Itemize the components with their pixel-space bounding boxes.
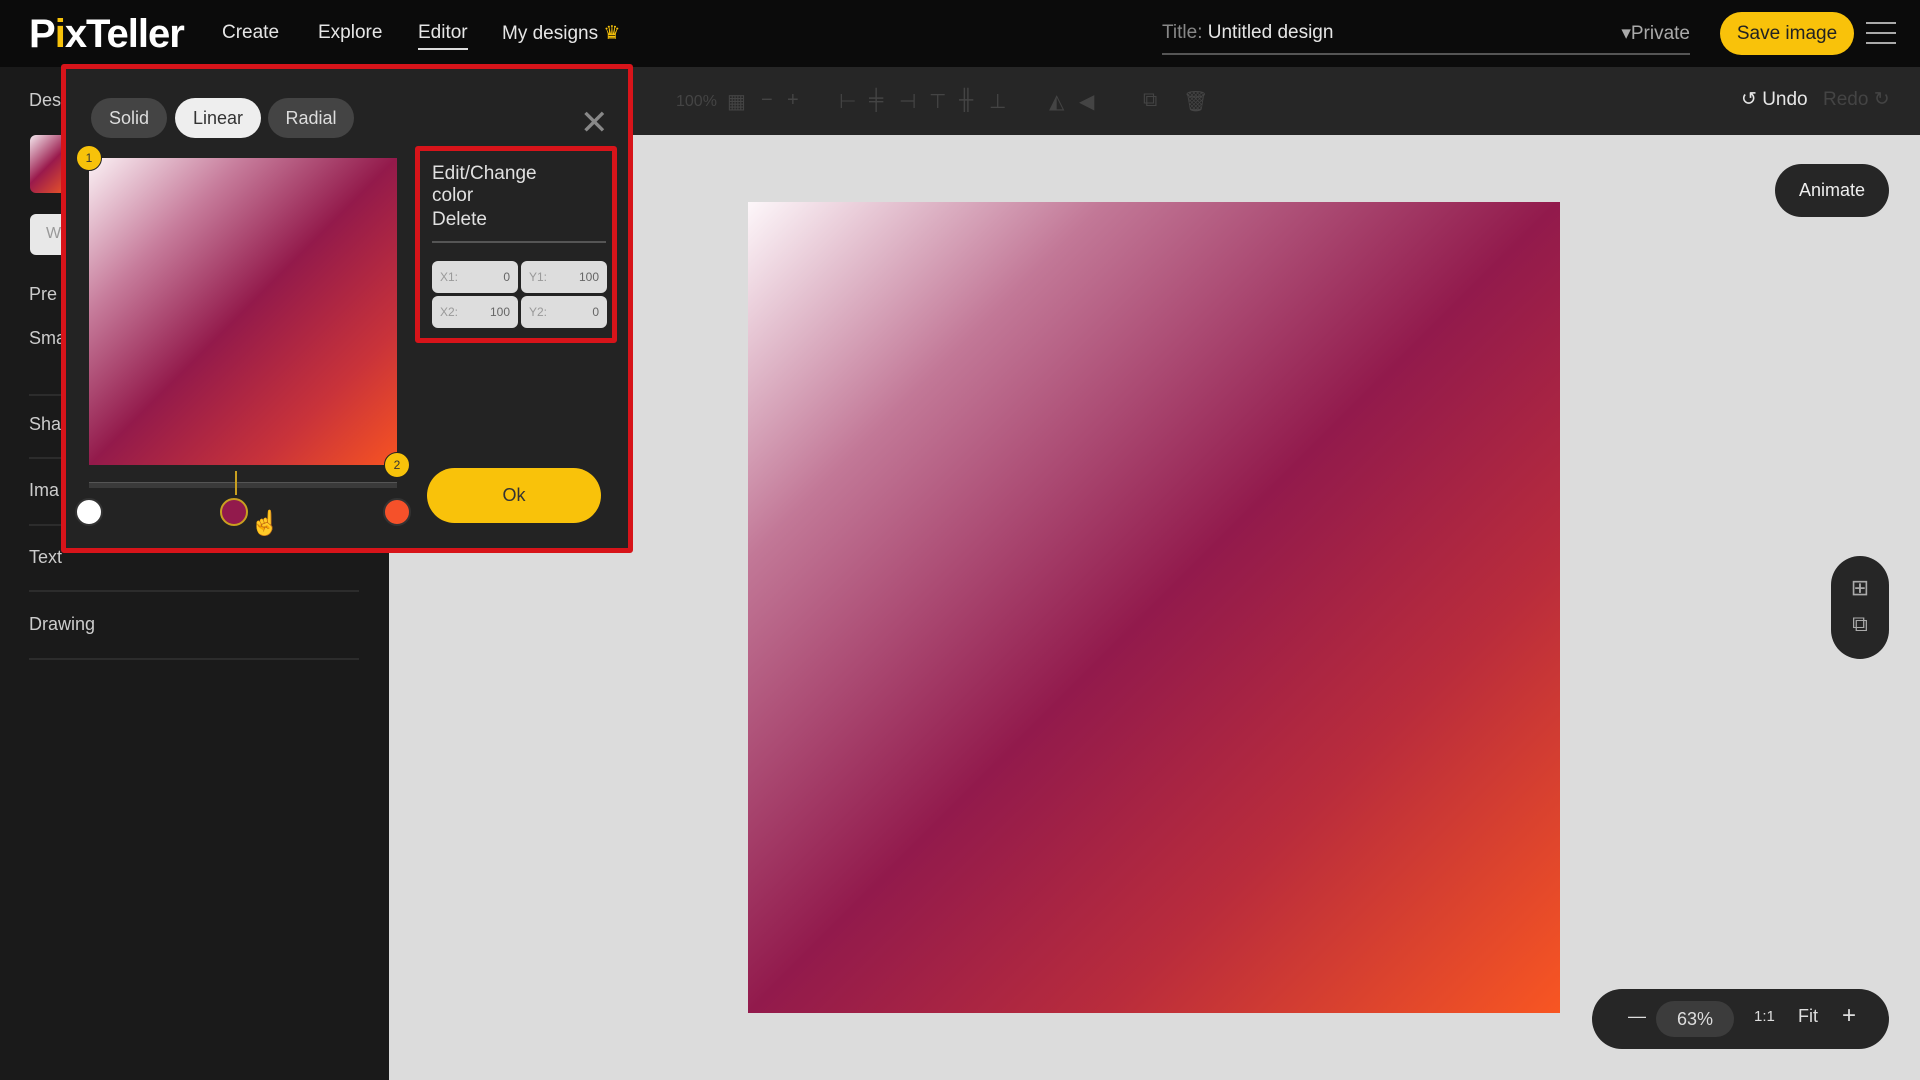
edit-color-option[interactable]: Edit/Change color — [432, 163, 562, 207]
x2-input[interactable]: X2: 100 — [432, 296, 518, 328]
privacy-dropdown[interactable]: ▾Private — [1621, 22, 1690, 45]
redo-icon: ↻ — [1873, 89, 1890, 110]
y1-value: 100 — [578, 270, 599, 284]
y1-label: Y1: — [529, 270, 548, 284]
sidebar-item-drawing[interactable]: Drawing — [29, 614, 95, 635]
sidebar-tab-design[interactable]: Des — [29, 90, 61, 111]
duplicate-page-icon[interactable]: ⧉ — [1848, 612, 1872, 636]
redo-button[interactable]: Redo ↻ — [1823, 88, 1890, 111]
add-page-icon[interactable]: ⊞ — [1848, 576, 1872, 600]
gradient-handle-start[interactable]: 1 — [76, 145, 102, 171]
zoom-out-icon[interactable]: — — [1628, 1006, 1646, 1027]
flip-horizontal-icon[interactable]: ◭ — [1049, 89, 1064, 114]
zoom-1-1-button[interactable]: 1:1 — [1754, 1008, 1775, 1025]
x1-value: 0 — [503, 270, 510, 284]
tab-solid[interactable]: Solid — [91, 98, 167, 138]
gradient-preview[interactable] — [89, 158, 397, 465]
title-label: Title: — [1162, 22, 1203, 43]
tab-linear[interactable]: Linear — [175, 98, 261, 138]
x1-label: X1: — [440, 270, 459, 284]
divider — [432, 241, 606, 243]
divider — [29, 590, 359, 592]
gradient-stop[interactable] — [383, 498, 411, 526]
redo-label: Redo — [1823, 89, 1869, 110]
nav-my-designs[interactable]: My designs ♛ — [502, 22, 620, 45]
x2-value: 100 — [489, 305, 510, 319]
top-bar: PixTeller Create Explore Editor My desig… — [0, 0, 1920, 67]
align-left-icon[interactable]: ⊢ — [839, 89, 856, 114]
align-center-icon[interactable]: ╪ — [869, 89, 883, 112]
logo[interactable]: PixTeller — [29, 12, 185, 57]
nav-explore[interactable]: Explore — [318, 22, 382, 44]
gradient-stop[interactable] — [75, 498, 103, 526]
plus-icon[interactable]: + — [787, 89, 799, 112]
sidebar-item-presets[interactable]: Pre — [29, 284, 57, 305]
design-canvas[interactable] — [748, 202, 1560, 1013]
y2-input[interactable]: Y2: 0 — [521, 296, 607, 328]
gradient-picker-popup: Solid Linear Radial ✕ 1 2 ☝ Edit/Change … — [61, 64, 633, 553]
minus-icon[interactable]: − — [761, 89, 773, 112]
undo-icon: ↺ — [1741, 89, 1757, 110]
nav-editor[interactable]: Editor — [418, 22, 468, 50]
caret-down-icon: ▾ — [1621, 23, 1631, 44]
sidebar-item-shapes[interactable]: Sha — [29, 414, 61, 435]
zoom-in-icon[interactable]: + — [1842, 1002, 1856, 1030]
title-input[interactable]: Title: Untitled design ▾Private — [1162, 22, 1690, 55]
align-middle-icon[interactable]: ╫ — [959, 89, 973, 112]
hamburger-menu-icon[interactable] — [1866, 22, 1896, 44]
tab-radial[interactable]: Radial — [268, 98, 354, 138]
trash-icon[interactable]: 🗑 — [1183, 89, 1208, 114]
gradient-stop[interactable] — [219, 498, 248, 526]
nav-my-designs-label: My designs — [502, 23, 599, 44]
undo-label: Undo — [1762, 89, 1808, 110]
align-top-icon[interactable]: ⊤ — [929, 89, 946, 114]
y2-label: Y2: — [529, 305, 548, 319]
delete-option[interactable]: Delete — [432, 209, 487, 231]
animate-button[interactable]: Animate — [1775, 164, 1889, 217]
undo-button[interactable]: ↺ Undo — [1741, 88, 1808, 111]
hand-cursor-icon: ☝ — [250, 510, 280, 537]
zoom-value[interactable]: 63% — [1656, 1001, 1734, 1037]
y1-input[interactable]: Y1: 100 — [521, 261, 607, 293]
privacy-label: Private — [1630, 23, 1690, 44]
page-actions: ⊞ ⧉ — [1831, 556, 1889, 659]
nav-create[interactable]: Create — [222, 22, 279, 44]
title-value: Untitled design — [1207, 22, 1334, 43]
align-bottom-icon[interactable]: ⊥ — [989, 89, 1006, 114]
gradient-stop-track[interactable] — [89, 482, 397, 488]
divider — [29, 658, 359, 660]
stop-marker — [235, 471, 237, 495]
sidebar-item-images[interactable]: Ima — [29, 480, 59, 501]
y2-value: 0 — [592, 305, 599, 319]
stop-context-menu: Edit/Change color Delete X1: 0 Y1: 100 X2:… — [415, 146, 617, 343]
zoom-bar: — 63% 1:1 Fit + — [1592, 989, 1889, 1049]
sidebar-item-text[interactable]: Text — [29, 547, 62, 568]
ok-button[interactable]: Ok — [427, 468, 601, 523]
zoom-readout: 100% — [676, 93, 717, 110]
align-right-icon[interactable]: ⊣ — [899, 89, 916, 114]
save-image-button[interactable]: Save image — [1720, 12, 1854, 55]
x1-input[interactable]: X1: 0 — [432, 261, 518, 293]
close-icon[interactable]: ✕ — [580, 106, 609, 140]
transparency-icon[interactable]: ▦ — [727, 89, 746, 114]
crown-icon: ♛ — [603, 23, 621, 44]
flip-vertical-icon[interactable]: ◀ — [1079, 89, 1094, 114]
gradient-handle-end[interactable]: 2 — [384, 452, 410, 478]
x2-label: X2: — [440, 305, 459, 319]
zoom-fit-button[interactable]: Fit — [1798, 1006, 1818, 1027]
duplicate-icon[interactable]: ⧉ — [1143, 89, 1157, 112]
